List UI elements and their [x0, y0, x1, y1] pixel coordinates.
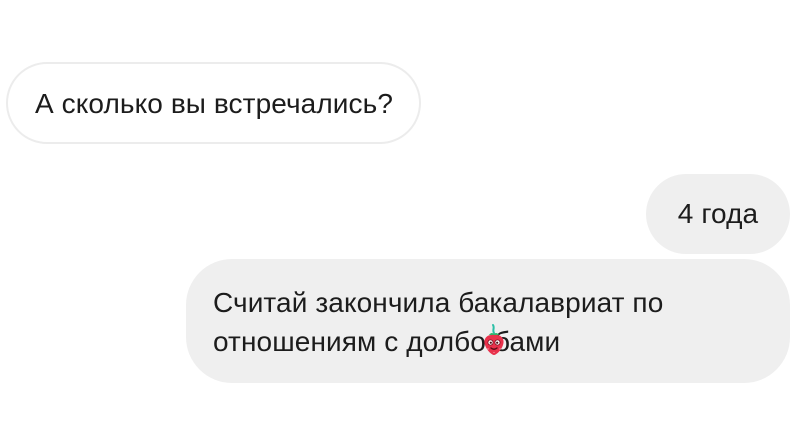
outgoing-message-bubble[interactable]: 4 года: [646, 174, 790, 254]
outgoing-message-bubble[interactable]: Считай закончила бакалавриат по отношени…: [186, 259, 790, 383]
incoming-message-bubble[interactable]: А сколько вы встречались?: [6, 62, 421, 144]
message-text-line-1: Считай закончила бакалавриат по: [213, 287, 664, 318]
message-text-line-2: отношениям с долбо бами: [213, 322, 770, 361]
chat-thread: А сколько вы встречались? 4 года Считай …: [0, 0, 800, 441]
strawberry-emoji-icon: [480, 324, 504, 355]
message-text: 4 года: [677, 198, 759, 229]
message-text-fragment: отношениям с долбо: [213, 326, 486, 357]
message-text: А сколько вы встречались?: [35, 88, 393, 119]
